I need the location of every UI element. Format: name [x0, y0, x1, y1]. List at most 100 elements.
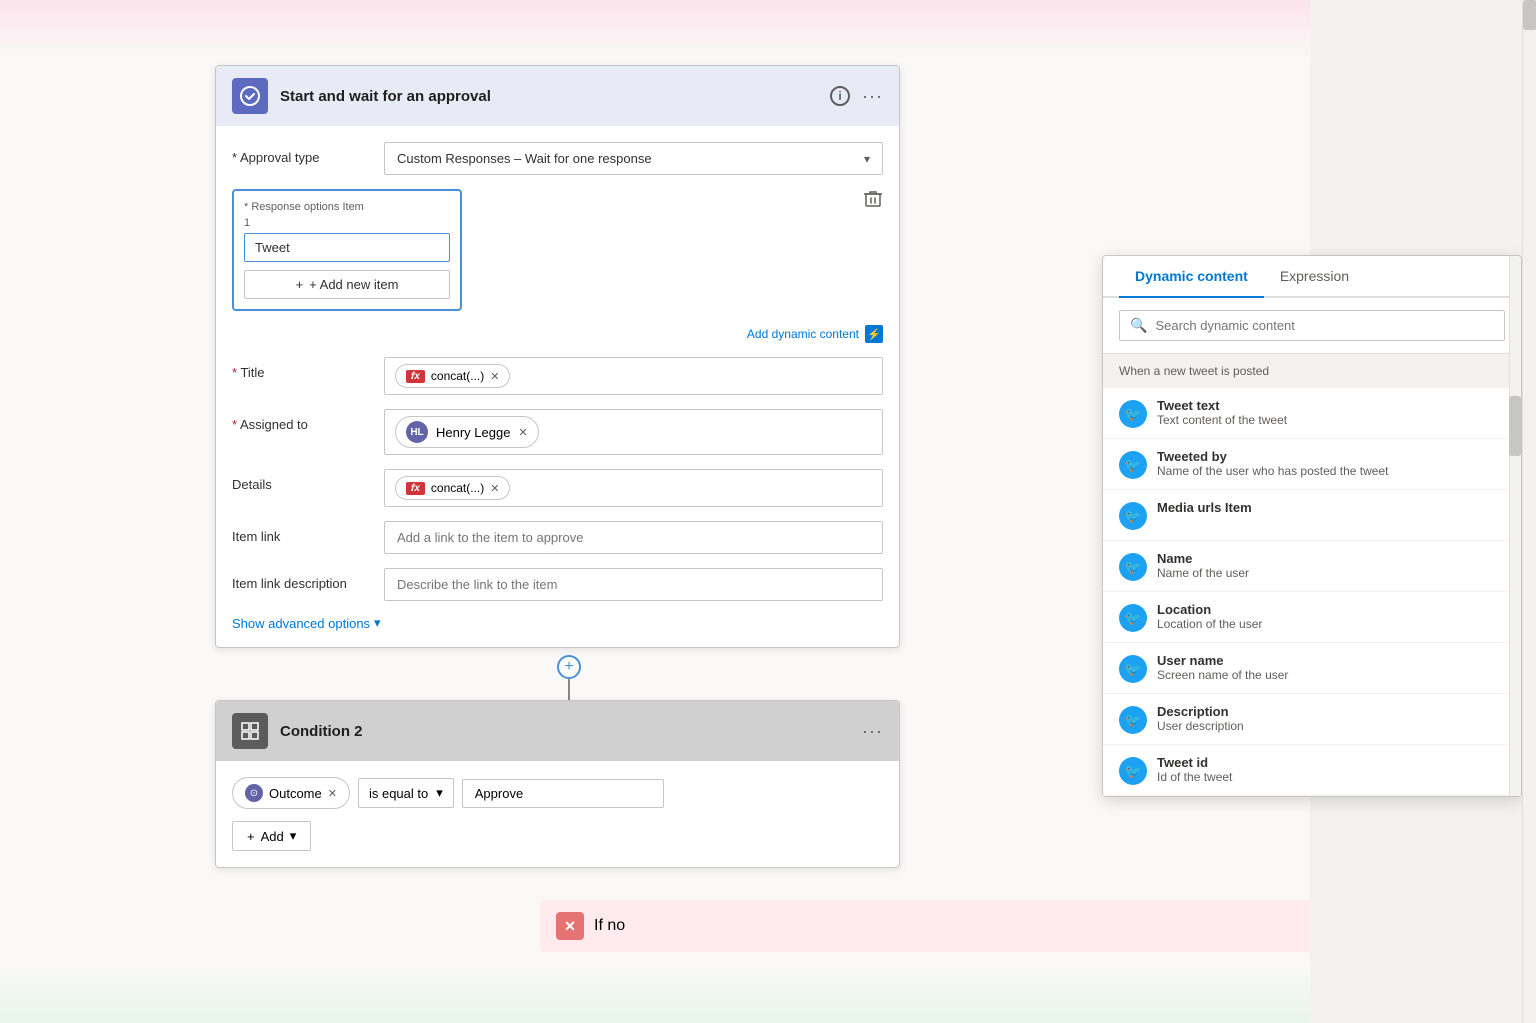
approval-type-dropdown[interactable]: Custom Responses – Wait for one response…	[384, 142, 883, 175]
dynamic-content-icon: ⚡	[865, 325, 883, 343]
approval-type-label: * Approval type	[232, 142, 372, 165]
outcome-icon: ⊙	[245, 784, 263, 802]
if-no-badge: ✕	[556, 912, 584, 940]
response-options-box: * Response options Item 1 + + Add new it…	[232, 189, 462, 311]
dc-section-header: When a new tweet is posted	[1103, 354, 1521, 388]
dc-item-desc: User description	[1157, 719, 1505, 733]
approve-input[interactable]	[462, 779, 664, 808]
twitter-icon: 🐦	[1119, 604, 1147, 632]
item-link-input[interactable]	[384, 521, 883, 554]
item-link-desc-row: Item link description	[232, 568, 883, 601]
condition-icon	[232, 713, 268, 749]
card-header: Start and wait for an approval i ···	[216, 66, 899, 126]
search-box: 🔍	[1103, 298, 1521, 354]
assigned-to-label: Assigned to	[232, 409, 372, 432]
advanced-options-label: Show advanced options	[232, 616, 370, 631]
dc-item-name: Tweet id	[1157, 755, 1505, 770]
info-icon[interactable]: i	[830, 86, 850, 106]
dc-item-text: Name Name of the user	[1157, 551, 1505, 580]
twitter-icon: 🐦	[1119, 451, 1147, 479]
show-advanced-options[interactable]: Show advanced options ▾	[232, 615, 883, 631]
card-header-actions: i ···	[830, 86, 883, 107]
dc-item-desc: Text content of the tweet	[1157, 413, 1505, 427]
twitter-icon: 🐦	[1119, 400, 1147, 428]
condition-card: Condition 2 ··· ⊙ Outcome ✕ is equal to …	[215, 700, 900, 868]
approval-type-control: Custom Responses – Wait for one response…	[384, 142, 883, 175]
chevron-down-advanced-icon: ▾	[374, 615, 381, 631]
tab-dynamic-content[interactable]: Dynamic content	[1119, 256, 1264, 298]
add-dynamic-content-link[interactable]: Add dynamic content	[747, 327, 859, 341]
fx-icon: fx	[406, 370, 425, 383]
item-link-control	[384, 521, 883, 554]
list-item[interactable]: 🐦 Location Location of the user	[1103, 592, 1521, 643]
list-item[interactable]: 🐦 Tweeted by Name of the user who has po…	[1103, 439, 1521, 490]
details-control: fx concat(...) ✕	[384, 469, 883, 507]
assigned-close-icon[interactable]: ✕	[518, 426, 527, 439]
add-new-item-button[interactable]: + + Add new item	[244, 270, 450, 299]
chevron-condition-icon: ▾	[436, 785, 443, 801]
list-item[interactable]: 🐦 Media urls Item	[1103, 490, 1521, 541]
outcome-close-icon[interactable]: ✕	[328, 787, 337, 800]
title-token[interactable]: fx concat(...) ✕	[395, 364, 510, 388]
add-condition-button[interactable]: + Add ▾	[232, 821, 311, 851]
more-options-icon[interactable]: ···	[862, 86, 883, 107]
twitter-icon: 🐦	[1119, 502, 1147, 530]
details-token[interactable]: fx concat(...) ✕	[395, 476, 510, 500]
details-close-icon[interactable]: ✕	[490, 482, 499, 495]
plus-icon: +	[296, 277, 304, 292]
list-item[interactable]: 🐦 User name Screen name of the user	[1103, 643, 1521, 694]
dc-item-text: Description User description	[1157, 704, 1505, 733]
dynamic-content-panel: Dynamic content Expression 🔍 When a new …	[1102, 255, 1522, 797]
approval-type-value: Custom Responses – Wait for one response	[397, 151, 652, 166]
item-link-desc-control	[384, 568, 883, 601]
condition-row: ⊙ Outcome ✕ is equal to ▾	[232, 777, 883, 809]
assigned-to-row: Assigned to HL Henry Legge ✕	[232, 409, 883, 455]
condition-title: Condition 2	[280, 723, 850, 740]
item-link-desc-input[interactable]	[384, 568, 883, 601]
item-link-label: Item link	[232, 521, 372, 544]
tab-expression[interactable]: Expression	[1264, 256, 1365, 298]
details-token-label: concat(...)	[431, 481, 484, 495]
condition-more-icon[interactable]: ···	[862, 721, 883, 742]
list-item[interactable]: 🐦 Tweet text Text content of the tweet	[1103, 388, 1521, 439]
title-row: Title fx concat(...) ✕	[232, 357, 883, 395]
page-scrollbar-thumb[interactable]	[1523, 0, 1536, 30]
search-input[interactable]	[1155, 318, 1494, 333]
avatar: HL	[406, 421, 428, 443]
dc-item-name: Name	[1157, 551, 1505, 566]
if-no-strip: ✕ If no	[540, 900, 1310, 952]
response-number: 1	[244, 217, 450, 229]
chevron-add-icon: ▾	[290, 828, 297, 844]
approval-icon	[232, 78, 268, 114]
list-item[interactable]: 🐦 Name Name of the user	[1103, 541, 1521, 592]
token-close-icon[interactable]: ✕	[490, 370, 499, 383]
search-input-wrap: 🔍	[1119, 310, 1505, 341]
dc-item-text: Location Location of the user	[1157, 602, 1505, 631]
top-strip	[0, 0, 1310, 60]
fx-icon-details: fx	[406, 482, 425, 495]
response-item-input[interactable]	[244, 233, 450, 262]
page-scrollbar	[1522, 0, 1536, 1023]
dc-item-name: User name	[1157, 653, 1505, 668]
dc-item-name: Media urls Item	[1157, 500, 1505, 515]
trash-icon[interactable]	[863, 189, 883, 214]
dc-item-desc: Name of the user	[1157, 566, 1505, 580]
assigned-to-token[interactable]: HL Henry Legge ✕	[395, 416, 539, 448]
card-body: * Approval type Custom Responses – Wait …	[216, 126, 899, 647]
list-item[interactable]: 🐦 Description User description	[1103, 694, 1521, 745]
add-step-button[interactable]: +	[557, 655, 581, 679]
list-item[interactable]: 🐦 Tweet id Id of the tweet	[1103, 745, 1521, 796]
outcome-chip[interactable]: ⊙ Outcome ✕	[232, 777, 350, 809]
is-equal-to-dropdown[interactable]: is equal to ▾	[358, 778, 454, 808]
dc-item-desc: Location of the user	[1157, 617, 1505, 631]
condition-header: Condition 2 ···	[216, 701, 899, 761]
panel-scrollbar-thumb[interactable]	[1509, 396, 1521, 456]
dc-item-text: Media urls Item	[1157, 500, 1505, 515]
outcome-label: Outcome	[269, 786, 322, 801]
dc-item-text: User name Screen name of the user	[1157, 653, 1505, 682]
approval-type-row: * Approval type Custom Responses – Wait …	[232, 142, 883, 175]
details-row: Details fx concat(...) ✕	[232, 469, 883, 507]
item-link-row: Item link	[232, 521, 883, 554]
dc-item-name: Tweeted by	[1157, 449, 1505, 464]
if-no-label: If no	[594, 917, 625, 935]
